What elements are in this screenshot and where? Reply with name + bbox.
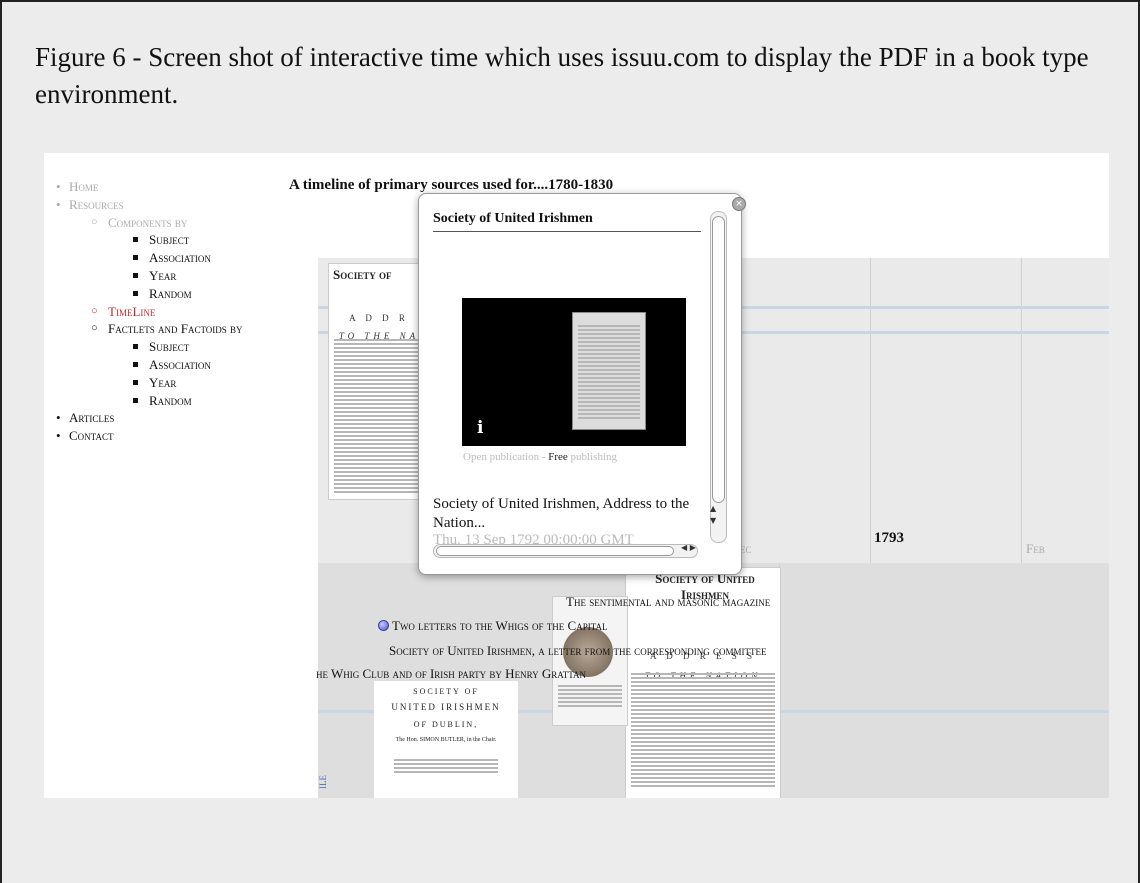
document-title: Society of [333,267,392,282]
horizontal-scrollbar[interactable] [433,544,698,558]
scrollbar-thumb[interactable] [436,546,674,556]
nav-factlets-year[interactable]: Year [55,374,243,392]
site-navigation: Home Resources Components by Subject Ass… [55,178,243,445]
document-line: SOCIETY OF [413,687,479,696]
figure-caption: Figure 6 - Screen shot of interactive ti… [35,42,1089,109]
popup-description: Society of United Irishmen, Address to t… [433,496,690,531]
timeline-year-label: 1793 [874,530,904,546]
nav-components-subject[interactable]: Subject [55,231,243,249]
issuu-popup[interactable]: Society of United Irishmen i Open public… [418,193,742,575]
nav-factlets-subject[interactable]: Subject [55,338,243,356]
timeline-event-marker[interactable]: Two letters to the Whigs of the Capital [378,618,608,634]
document-line: OF DUBLIN, [413,720,479,729]
issuu-embed-viewer[interactable]: i [462,298,686,446]
issuu-links: Open publication - Free publishing [463,451,617,463]
document-body-text [394,759,498,775]
timeline-side-label: ILE [318,775,328,789]
document-line: The Hon. SIMON BUTLER, in the Chair. [395,737,497,743]
pdf-page-preview[interactable] [572,312,646,430]
document-body-text [334,339,424,495]
free-label: Free [548,451,568,463]
page-title: A timeline of primary sources used for..… [289,177,614,193]
close-icon[interactable]: × [732,197,746,211]
nav-articles[interactable]: Articles [55,409,243,427]
nav-timeline[interactable]: TimeLine [55,303,243,321]
scroll-arrows-vertical[interactable]: ▲ ▼ [710,503,716,527]
scrollbar-thumb[interactable] [712,216,725,503]
document-thumbnail[interactable]: Society of A D D R TO THE NA [328,263,430,500]
timeline-event[interactable]: Two letters to the Whigs of the Capital [392,618,608,633]
nav-factlets[interactable]: Factlets and Factoids by [55,320,243,338]
timeline-divider [1021,258,1022,563]
document-line: UNITED IRISHMEN [391,702,501,712]
nav-components-year[interactable]: Year [55,267,243,285]
nav-components-by[interactable]: Components by [55,214,243,232]
nav-components-random[interactable]: Random [55,285,243,303]
publishing-link[interactable]: publishing [571,451,617,463]
event-dot-icon[interactable] [378,620,389,631]
nav-contact[interactable]: Contact [55,427,243,445]
magazine-text [558,685,622,709]
nav-factlets-association[interactable]: Association [55,356,243,374]
magazine-thumbnail[interactable] [552,596,628,726]
document-subtitle: A D D R [349,313,409,323]
timeline-event[interactable]: Society of United Irishmen, a letter fro… [389,643,766,659]
timeline-month-label: Feb [1026,541,1045,556]
screenshot-area: Home Resources Components by Subject Ass… [44,153,1109,798]
popup-title: Society of United Irishmen [433,211,701,232]
pdf-page-text [578,325,640,421]
timeline-divider [870,258,871,563]
nav-components-association[interactable]: Association [55,249,243,267]
timeline-event[interactable]: The sentimental and masonic magazine [566,594,770,610]
nav-home[interactable]: Home [55,178,243,196]
document-thumbnail[interactable]: SOCIETY OF UNITED IRISHMEN OF DUBLIN, Th… [374,681,518,798]
nav-resources[interactable]: Resources [55,196,243,214]
nav-factlets-random[interactable]: Random [55,392,243,410]
timeline-event[interactable]: he Whig Club and of Irish party by Henry… [316,666,586,682]
open-publication-link[interactable]: Open publication [463,451,539,463]
figure-frame: Figure 6 - Screen shot of interactive ti… [0,0,1140,883]
vertical-scrollbar[interactable] [710,211,727,543]
info-icon[interactable]: i [477,418,483,438]
document-body-text [631,673,775,789]
scroll-arrows-horizontal[interactable]: ◀ ▶ [681,543,696,552]
